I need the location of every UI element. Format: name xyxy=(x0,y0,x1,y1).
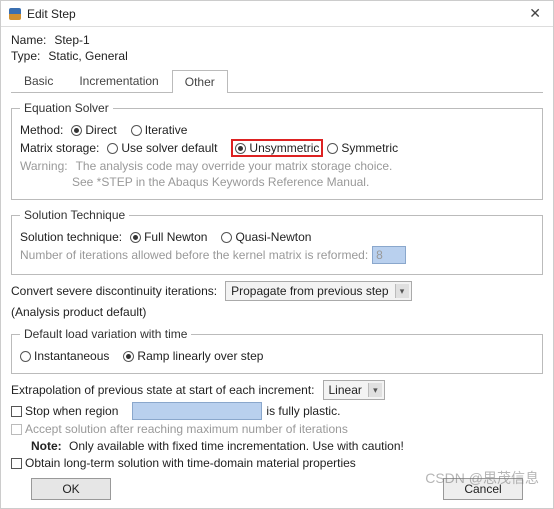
extrap-select[interactable]: Linear ▾ xyxy=(323,380,385,400)
method-direct-radio[interactable]: Direct xyxy=(71,123,116,137)
equation-solver-legend: Equation Solver xyxy=(20,101,113,115)
solution-technique-group: Solution Technique Solution technique: F… xyxy=(11,208,543,275)
extrap-label: Extrapolation of previous state at start… xyxy=(11,383,315,397)
solution-technique-legend: Solution Technique xyxy=(20,208,129,222)
technique-label: Solution technique: xyxy=(20,230,122,244)
load-variation-legend: Default load variation with time xyxy=(20,327,191,341)
storage-unsym-highlight: Unsymmetric xyxy=(231,139,323,157)
iter-input[interactable]: 8 xyxy=(372,246,406,264)
warning-text-1: The analysis code may override your matr… xyxy=(76,159,393,173)
tabs: Basic Incrementation Other xyxy=(11,69,543,93)
cancel-button[interactable]: Cancel xyxy=(443,478,523,500)
method-iterative-radio[interactable]: Iterative xyxy=(131,123,188,137)
discontinuity-suffix: (Analysis product default) xyxy=(11,305,146,319)
storage-default-radio[interactable]: Use solver default xyxy=(107,141,217,155)
equation-solver-group: Equation Solver Method: Direct Iterative… xyxy=(11,101,543,200)
name-value: Step-1 xyxy=(54,33,89,47)
type-value: Static, General xyxy=(48,49,127,63)
type-label: Type: xyxy=(11,49,40,63)
technique-full-radio[interactable]: Full Newton xyxy=(130,230,207,244)
accept-checkbox: Accept solution after reaching maximum n… xyxy=(11,422,348,436)
warning-text-2: See *STEP in the Abaqus Keywords Referen… xyxy=(72,175,369,189)
loadvar-instant-radio[interactable]: Instantaneous xyxy=(20,349,109,363)
warning-label: Warning: xyxy=(20,159,68,173)
storage-sym-radio[interactable]: Symmetric xyxy=(327,141,398,155)
note-label: Note: xyxy=(31,439,62,453)
tab-incrementation[interactable]: Incrementation xyxy=(66,69,171,92)
technique-quasi-radio[interactable]: Quasi-Newton xyxy=(221,230,311,244)
app-icon xyxy=(9,8,21,20)
discontinuity-label: Convert severe discontinuity iterations: xyxy=(11,284,217,298)
longterm-checkbox[interactable]: Obtain long-term solution with time-doma… xyxy=(11,456,356,470)
plastic-checkbox[interactable]: Stop when region xyxy=(11,404,118,418)
load-variation-group: Default load variation with time Instant… xyxy=(11,327,543,374)
method-label: Method: xyxy=(20,123,63,137)
iter-label: Number of iterations allowed before the … xyxy=(20,248,368,262)
storage-label: Matrix storage: xyxy=(20,141,99,155)
ok-button[interactable]: OK xyxy=(31,478,111,500)
note-text: Only available with fixed time increment… xyxy=(69,439,404,453)
storage-unsym-radio[interactable]: Unsymmetric xyxy=(235,141,319,155)
chevron-down-icon: ▾ xyxy=(395,284,409,298)
tab-basic[interactable]: Basic xyxy=(11,69,66,92)
chevron-down-icon: ▾ xyxy=(368,383,382,397)
plastic-suffix: is fully plastic. xyxy=(266,404,340,418)
name-label: Name: xyxy=(11,33,46,47)
loadvar-ramp-radio[interactable]: Ramp linearly over step xyxy=(123,349,263,363)
window-title: Edit Step xyxy=(27,7,76,21)
tab-other[interactable]: Other xyxy=(172,70,228,93)
discontinuity-select[interactable]: Propagate from previous step ▾ xyxy=(225,281,411,301)
plastic-region-input[interactable] xyxy=(132,402,262,420)
close-icon[interactable]: ✕ xyxy=(525,5,545,22)
